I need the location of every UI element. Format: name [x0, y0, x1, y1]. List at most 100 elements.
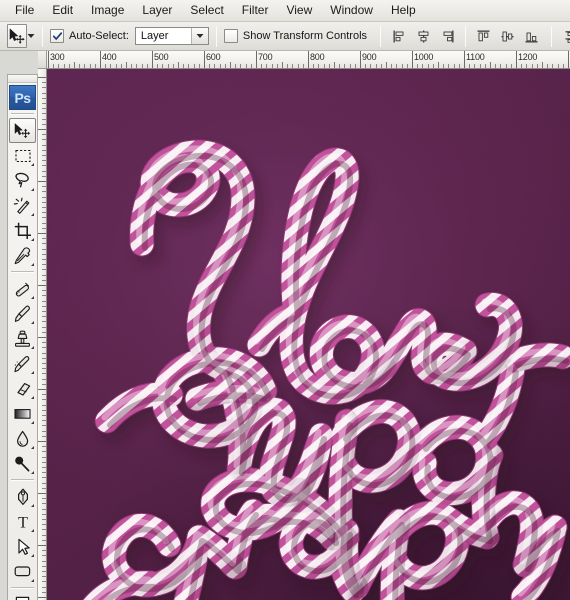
horizontal-ruler[interactable]: 3004005006007008009001000110012001300: [47, 51, 570, 69]
ruler-label: 600: [206, 52, 221, 62]
blur-tool[interactable]: [9, 426, 36, 451]
ruler-minor-tick: [214, 64, 216, 68]
distribute-top-edges-icon: [565, 30, 570, 43]
ruler-minor-tick: [396, 64, 398, 68]
align-horizontal-centers-button[interactable]: [412, 25, 435, 48]
shape-tool[interactable]: [9, 559, 36, 584]
gradient-tool[interactable]: [9, 401, 36, 426]
ruler-minor-tick: [42, 212, 46, 214]
ruler-label: 1000: [414, 52, 434, 62]
move-tool[interactable]: [9, 118, 36, 143]
menu-select[interactable]: Select: [181, 1, 232, 20]
menu-filter[interactable]: Filter: [233, 1, 278, 20]
menu-help[interactable]: Help: [382, 1, 425, 20]
healing-brush-tool[interactable]: [9, 276, 36, 301]
dodge-tool[interactable]: [9, 451, 36, 476]
ruler-minor-tick: [167, 64, 169, 68]
rounded-rect-icon: [14, 566, 31, 577]
ruler-minor-tick: [42, 259, 46, 260]
menu-image[interactable]: Image: [82, 1, 133, 20]
ruler-minor-tick: [354, 64, 356, 68]
ruler-minor-tick: [42, 243, 46, 245]
align-right-edges-button[interactable]: [436, 25, 459, 48]
ruler-minor-tick: [42, 175, 46, 177]
marquee-tool[interactable]: [9, 143, 36, 168]
menu-layer[interactable]: Layer: [133, 1, 181, 20]
tool-preset-dropdown[interactable]: [27, 25, 35, 47]
ruler-major-tick: [516, 51, 517, 68]
show-transform-controls-checkbox[interactable]: [223, 29, 238, 43]
menu-window[interactable]: Window: [321, 1, 382, 20]
ruler-minor-tick: [365, 64, 367, 68]
ruler-minor-tick: [42, 274, 46, 276]
ruler-minor-tick: [422, 64, 424, 68]
ruler-minor-tick: [84, 64, 86, 68]
align-bottom-edges-icon: [525, 32, 538, 42]
ruler-minor-tick: [266, 64, 268, 68]
ruler-minor-tick: [42, 519, 46, 520]
ruler-major-tick: [360, 51, 361, 68]
ruler-major-tick: [152, 51, 153, 68]
lasso-tool[interactable]: [9, 168, 36, 193]
ruler-minor-tick: [42, 357, 46, 359]
menu-edit[interactable]: Edit: [43, 1, 82, 20]
auto-select-target-arrow[interactable]: [190, 28, 208, 44]
toolbox-grip[interactable]: [8, 75, 37, 83]
ruler-minor-tick: [136, 64, 138, 68]
type-tool[interactable]: T: [9, 509, 36, 534]
document-canvas[interactable]: [47, 69, 570, 600]
ruler-minor-tick: [42, 368, 46, 370]
flyout-corner-icon: [31, 163, 34, 166]
align-vertical-centers-button[interactable]: [496, 25, 519, 48]
note-page-icon: [15, 596, 30, 600]
ruler-minor-tick: [42, 565, 46, 567]
auto-select-target-dropdown[interactable]: Layer: [134, 27, 209, 45]
eyedropper-tool[interactable]: [9, 243, 36, 268]
brush-tool[interactable]: [9, 301, 36, 326]
ruler-minor-tick: [42, 550, 46, 552]
ruler-minor-tick: [42, 165, 46, 167]
notes-tool[interactable]: [9, 592, 36, 600]
ruler-corner[interactable]: [38, 51, 47, 69]
active-tool-preview[interactable]: [7, 24, 27, 48]
distribute-group: [560, 25, 570, 48]
auto-select-checkbox[interactable]: [50, 29, 64, 43]
align-top-edges-button[interactable]: [472, 25, 495, 48]
ruler-minor-tick: [209, 64, 211, 68]
path-selection-tool[interactable]: [9, 534, 36, 559]
align-left-edges-icon: [393, 30, 404, 42]
ruler-minor-tick: [349, 64, 351, 68]
ruler-major-tick: [100, 51, 101, 68]
eraser-tool[interactable]: [9, 376, 36, 401]
ruler-minor-tick: [74, 62, 75, 68]
distribute-top-edges-button[interactable]: [560, 25, 570, 48]
options-divider-5: [551, 25, 553, 47]
ruler-minor-tick: [42, 222, 46, 224]
magic-wand-icon: [13, 197, 30, 214]
ruler-minor-tick: [42, 253, 46, 255]
ruler-minor-tick: [42, 539, 46, 541]
ruler-minor-tick: [42, 227, 46, 229]
align-bottom-edges-button[interactable]: [520, 25, 543, 48]
pen-tool[interactable]: [9, 484, 36, 509]
history-brush-tool[interactable]: [9, 351, 36, 376]
ruler-label: 400: [102, 52, 117, 62]
ruler-label: 1100: [466, 52, 485, 62]
ruler-minor-tick: [42, 456, 46, 458]
ruler-minor-tick: [443, 64, 445, 68]
ruler-minor-tick: [193, 64, 195, 68]
crop-tool[interactable]: [9, 218, 36, 243]
ruler-minor-tick: [453, 64, 455, 68]
align-left-edges-button[interactable]: [388, 25, 411, 48]
menu-file[interactable]: File: [6, 1, 43, 20]
clone-stamp-tool[interactable]: [9, 326, 36, 351]
ruler-minor-tick: [391, 64, 393, 68]
vertical-ruler[interactable]: [38, 69, 47, 600]
lasso-icon: [15, 172, 29, 187]
ruler-minor-tick: [230, 62, 231, 68]
ruler-minor-tick: [42, 118, 46, 120]
menu-view[interactable]: View: [277, 1, 321, 20]
ruler-minor-tick: [42, 196, 46, 198]
ruler-minor-tick: [427, 64, 429, 68]
magic-wand-tool[interactable]: [9, 193, 36, 218]
